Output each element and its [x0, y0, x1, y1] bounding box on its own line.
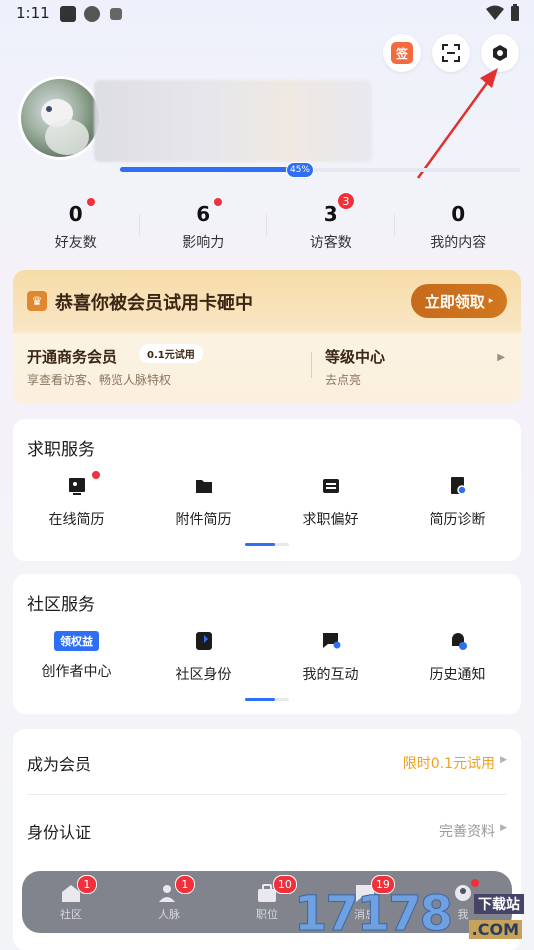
attachment-resume-icon	[195, 480, 212, 493]
vip-banner[interactable]: ♛ 恭喜你被会员试用卡砸中 立即领取 ▸	[13, 270, 521, 332]
claim-now-label: 立即领取	[424, 292, 485, 311]
stat-value: 0	[68, 202, 83, 226]
chevron-right-icon: ▶	[497, 352, 505, 363]
online-resume-item[interactable]: 在线简历	[13, 471, 140, 529]
profile-progress-label: 45%	[286, 162, 314, 178]
stat-badge-dot	[213, 198, 222, 206]
identity-verification-row[interactable]: 身份认证 完善资料 ▶	[27, 797, 507, 863]
watermark-text: 下载站	[474, 894, 524, 914]
battery-icon	[511, 4, 519, 21]
vip-title: 恭喜你被会员试用卡砸中	[55, 293, 253, 314]
job-preference-icon	[322, 479, 339, 493]
community-service-title: 社区服务	[27, 595, 95, 615]
business-member-subtitle: 享查看访客、畅览人脉特权	[27, 373, 172, 387]
community-identity-item[interactable]: 社区身份	[140, 630, 267, 684]
stat-my-content[interactable]: 0 我的内容	[395, 200, 523, 258]
stat-value: 6	[196, 202, 211, 226]
watermark-logo: 17178 下载站 .COM	[294, 884, 528, 948]
grid-label: 附件简历	[175, 512, 232, 528]
blurred-username	[94, 80, 372, 162]
stat-badge-count: 3	[337, 192, 355, 210]
grid-label: 社区身份	[175, 667, 232, 683]
claim-now-button[interactable]: 立即领取 ▸	[411, 284, 507, 318]
level-center-title: 等级中心	[325, 348, 386, 366]
crown-icon: ♛	[27, 291, 47, 311]
chevron-right-icon: ▶	[500, 755, 507, 765]
job-service-title: 求职服务	[27, 440, 95, 460]
tab-label: 社区	[60, 908, 82, 921]
community-service-card: 社区服务 领权益 创作者中心 社区身份 我的互动 历史通知	[13, 574, 521, 714]
history-notice-icon	[451, 633, 467, 650]
wifi-icon	[486, 5, 504, 20]
notification-icon	[60, 6, 76, 22]
job-preference-item[interactable]: 求职偏好	[267, 475, 394, 529]
sync-icon	[84, 6, 100, 22]
status-right	[486, 4, 520, 22]
my-interaction-item[interactable]: 我的互动	[267, 630, 394, 684]
attachment-resume-item[interactable]: 附件简历	[140, 475, 267, 529]
community-identity-icon	[195, 632, 212, 650]
stat-value: 3	[323, 202, 338, 226]
tab-connections[interactable]: 人脉 1	[120, 871, 218, 933]
tab-label: 人脉	[158, 908, 180, 921]
divider	[27, 794, 507, 795]
stat-label: 访客数	[309, 235, 352, 251]
chevron-right-icon: ▶	[500, 823, 507, 833]
badge-dot	[92, 471, 100, 479]
status-bar: 1:11	[0, 0, 534, 28]
watermark-domain: .COM	[468, 920, 522, 939]
page-indicator	[245, 543, 289, 546]
job-service-grid: 在线简历 附件简历 求职偏好 简历诊断	[13, 471, 521, 529]
grid-label: 在线简历	[48, 512, 105, 528]
job-service-card: 求职服务 在线简历 附件简历 求职偏好 简历诊断	[13, 419, 521, 561]
chevron-right-icon: ▸	[488, 296, 494, 306]
avatar[interactable]	[18, 76, 102, 160]
tab-community[interactable]: 社区 1	[22, 871, 120, 933]
status-time: 1:11	[16, 4, 50, 22]
business-member-title: 开通商务会员	[27, 348, 118, 366]
grid-label: 创作者中心	[41, 664, 112, 680]
history-notice-item[interactable]: 历史通知	[394, 630, 521, 684]
stat-label: 影响力	[182, 235, 225, 251]
watermark-number: 17178	[294, 886, 454, 943]
row-label: 身份认证	[27, 823, 92, 842]
become-member-row[interactable]: 成为会员 限时0.1元试用 ▶	[27, 729, 507, 795]
avatar-image	[41, 99, 89, 155]
community-service-grid: 领权益 创作者中心 社区身份 我的互动 历史通知	[13, 630, 521, 684]
row-value: 完善资料	[439, 824, 495, 840]
stats-row: 0 好友数 6 影响力 3 访客数 3 0 我的内容	[12, 192, 523, 258]
app-a-icon	[110, 8, 122, 20]
row-label: 成为会员	[27, 755, 92, 774]
grid-label: 历史通知	[429, 667, 486, 683]
online-resume-icon	[68, 478, 85, 495]
vip-card: ♛ 恭喜你被会员试用卡砸中 立即领取 ▸ 开通商务会员 0.1元试用 享查看访客…	[13, 270, 521, 404]
grid-label: 简历诊断	[429, 512, 486, 528]
stat-label: 好友数	[54, 235, 97, 251]
row-value: 限时0.1元试用	[402, 756, 495, 772]
stat-visitors[interactable]: 3 访客数 3	[267, 192, 395, 258]
trial-price-pill: 0.1元试用	[139, 344, 203, 363]
creator-center-item[interactable]: 领权益 创作者中心	[13, 630, 140, 684]
claim-benefits-tag: 领权益	[54, 631, 99, 651]
stat-badge-dot	[87, 198, 95, 206]
my-interaction-icon	[322, 633, 340, 649]
stat-value: 0	[451, 202, 466, 226]
tab-badge: 1	[174, 875, 195, 894]
level-center-subtitle: 去点亮	[325, 373, 362, 387]
stat-influence[interactable]: 6 影响力	[140, 198, 267, 258]
page-indicator	[245, 698, 289, 701]
grid-label: 我的互动	[302, 667, 359, 683]
stat-label: 我的内容	[430, 235, 487, 251]
resume-diagnosis-item[interactable]: 简历诊断	[394, 475, 521, 529]
divider	[311, 352, 312, 378]
grid-label: 求职偏好	[302, 512, 359, 528]
stat-friends[interactable]: 0 好友数	[12, 198, 140, 258]
profile-progress-fill	[120, 167, 300, 172]
resume-diagnosis-icon	[450, 477, 467, 495]
tab-badge: 1	[76, 875, 97, 894]
annotation-arrow	[416, 68, 498, 179]
